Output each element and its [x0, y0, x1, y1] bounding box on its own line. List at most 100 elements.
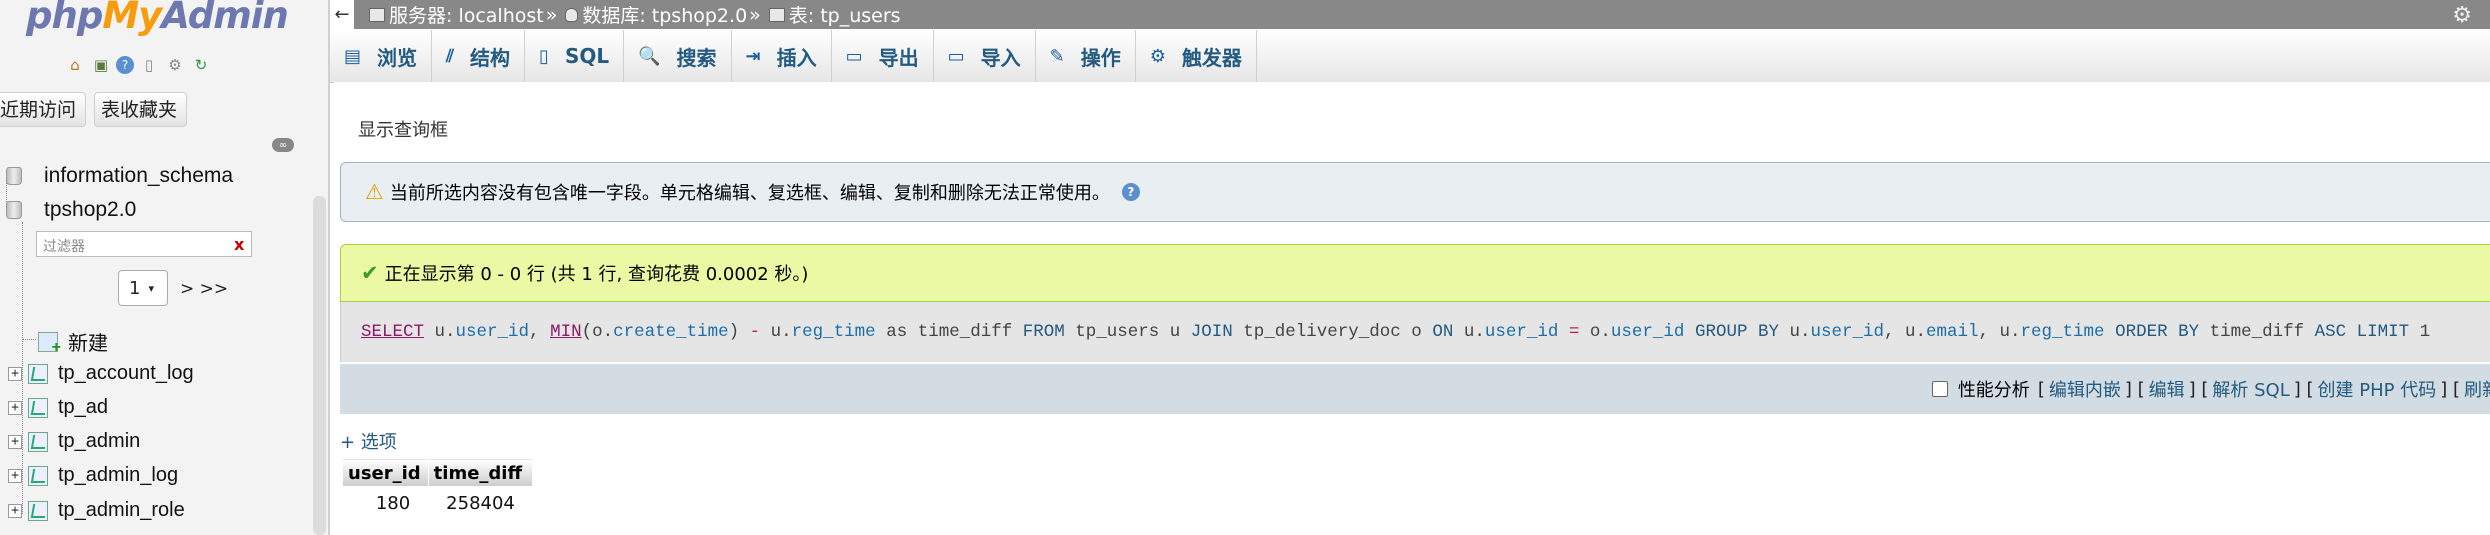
table-icon[interactable] — [28, 397, 48, 418]
triggers-icon: ⚙ — [1149, 45, 1166, 67]
tab-insert[interactable]: ⇥ 插入 — [732, 30, 832, 82]
help-icon[interactable]: ? — [116, 56, 134, 74]
expand-icon[interactable]: + — [8, 468, 22, 483]
edit-inline-link[interactable]: 编辑内嵌 — [2049, 376, 2121, 402]
table-item-tp_admin_role[interactable]: + tp_admin_role — [8, 499, 185, 522]
tab-search[interactable]: 🔍 搜索 — [624, 30, 732, 82]
sql-token[interactable]: MIN — [550, 322, 582, 342]
docs-icon[interactable]: ▯ — [138, 54, 160, 76]
expand-icon[interactable]: + — [8, 434, 22, 449]
database-icon — [6, 167, 22, 185]
clear-filter-icon[interactable]: x — [234, 235, 244, 254]
expand-icon[interactable]: + — [8, 503, 22, 518]
new-table-label[interactable]: 新建 — [68, 327, 108, 356]
db-name[interactable]: tpshop2.0 — [44, 198, 136, 222]
table-item-tp_admin[interactable]: + tp_admin — [8, 430, 140, 453]
table-name[interactable]: tp_admin_log — [58, 464, 178, 487]
table-item-tp_admin_log[interactable]: + tp_admin_log — [8, 464, 178, 487]
logo-my: My — [102, 0, 162, 37]
next-page-link[interactable]: > >> — [180, 279, 228, 299]
table-name[interactable]: tp_account_log — [58, 362, 194, 385]
table-icon[interactable] — [28, 431, 48, 452]
tab-import[interactable]: ▭ 导入 — [934, 30, 1036, 82]
table-item-tp_ad[interactable]: + tp_ad — [8, 396, 108, 419]
phpmyadmin-logo[interactable]: phpMyAdmin — [26, 0, 289, 37]
home-icon[interactable]: ⌂ — [64, 54, 86, 76]
tab-browse[interactable]: ▤ 浏览 — [330, 30, 433, 82]
sql-token: user_id — [1610, 322, 1685, 342]
page-select[interactable]: 1 ▾ — [118, 270, 168, 306]
tab-operations[interactable]: ✎ 操作 — [1036, 30, 1136, 82]
nav-scrollbar[interactable] — [313, 196, 326, 535]
new-table-item[interactable]: 新建 — [38, 327, 108, 357]
content-area: 显示查询框 ⚠ 当前所选内容没有包含唯一字段。单元格编辑、复选框、编辑、复制和删… — [334, 82, 2490, 535]
edit-link[interactable]: 编辑 — [2149, 376, 2185, 402]
sql-token: ) — [728, 322, 750, 342]
recent-tables-tab[interactable]: 近期访问 — [0, 92, 87, 127]
sql-token: u. — [760, 322, 792, 342]
favorite-tables-tab[interactable]: 表收藏夹 — [94, 92, 188, 127]
sql-token: GROUP BY — [1694, 322, 1779, 342]
table-icon[interactable] — [28, 363, 48, 384]
table-menu-bar: ▤ 浏览 ⫽ 结构 ▯ SQL 🔍 搜索 ⇥ 插入 ▭ 导出 ▭ 导入 ✎ 操作 ⚙ 触发器 — [330, 30, 2490, 83]
table-name[interactable]: tp_ad — [58, 396, 108, 419]
success-message: ✔ 正在显示第 0 - 0 行 (共 1 行, 查询花费 0.0002 秒。) — [340, 244, 2490, 302]
tab-export[interactable]: ▭ 导出 — [832, 30, 934, 82]
reload-icon[interactable]: ↻ — [190, 54, 212, 76]
back-arrow-icon[interactable]: ← — [330, 0, 355, 29]
sql-token[interactable]: SELECT — [361, 322, 424, 342]
sql-token: user_id — [1810, 322, 1884, 342]
tab-label: 搜索 — [676, 45, 717, 70]
explain-sql-link[interactable]: 解析 SQL — [2212, 376, 2289, 402]
logo-php: php — [26, 0, 103, 37]
column-header-user-id[interactable]: user_id — [342, 458, 429, 487]
breadcrumb-database[interactable]: 数据库: tpshop2.0 — [582, 1, 747, 28]
create-php-code-link[interactable]: 创建 PHP 代码 — [2318, 376, 2437, 402]
sql-token: FROM — [1022, 322, 1065, 342]
table-icon — [768, 7, 785, 22]
profiling-checkbox[interactable] — [1931, 381, 1948, 397]
db-item-tpshop[interactable]: tpshop2.0 — [0, 198, 136, 222]
table-name[interactable]: tp_admin_role — [58, 499, 185, 522]
main-panel: ← 服务器: localhost » 数据库: tpshop2.0 » 表: t… — [330, 0, 2490, 535]
logo-admin: Admin — [161, 0, 289, 37]
tab-sql[interactable]: ▯ SQL — [525, 30, 625, 82]
cell-user-id: 180 — [375, 493, 411, 514]
link-with-main-icon[interactable]: ∞ — [272, 138, 294, 152]
options-link[interactable]: + 选项 — [340, 428, 397, 454]
sql-token: u. — [1453, 322, 1485, 342]
column-header-time-diff[interactable]: time_diff — [427, 458, 534, 487]
db-name[interactable]: information_schema — [44, 164, 233, 188]
settings-gear-icon[interactable]: ⚙ — [2452, 3, 2472, 28]
tab-label: 插入 — [776, 45, 817, 70]
tab-structure[interactable]: ⫽ 结构 — [432, 30, 526, 82]
exit-icon[interactable]: ▣ — [90, 54, 112, 76]
table-filter-input[interactable]: 过滤器 — [36, 231, 252, 257]
breadcrumb-separator: » — [749, 3, 761, 26]
settings-gear-icon[interactable]: ⚙ — [164, 54, 186, 76]
expand-icon[interactable]: + — [8, 366, 22, 381]
breadcrumb-table[interactable]: 表: tp_users — [789, 1, 901, 28]
table-icon[interactable] — [28, 500, 48, 521]
operations-icon: ✎ — [1049, 45, 1065, 67]
new-table-icon — [38, 331, 61, 357]
db-item-information-schema[interactable]: information_schema — [0, 164, 233, 188]
tab-triggers[interactable]: ⚙ 触发器 — [1136, 30, 1257, 82]
expand-icon[interactable]: + — [8, 400, 22, 415]
sql-token: 1 — [2409, 322, 2431, 342]
tab-label: SQL — [564, 44, 610, 68]
warning-icon: ⚠ — [365, 180, 384, 204]
sql-token: tp_users u — [1064, 322, 1191, 342]
profiling-label[interactable]: 性能分析 — [1958, 376, 2030, 402]
tab-label: 浏览 — [377, 45, 418, 70]
refresh-link[interactable]: 刷新 — [2464, 376, 2490, 402]
table-item-tp_account_log[interactable]: + tp_account_log — [8, 362, 194, 385]
bracket: [ — [2037, 378, 2045, 400]
breadcrumb-server[interactable]: 服务器: localhost — [389, 1, 544, 28]
table-name[interactable]: tp_admin — [58, 430, 140, 453]
help-icon[interactable]: ? — [1121, 183, 1140, 201]
table-icon[interactable] — [28, 465, 48, 486]
tab-label: 导出 — [878, 45, 919, 70]
show-query-box-link[interactable]: 显示查询框 — [358, 116, 448, 142]
